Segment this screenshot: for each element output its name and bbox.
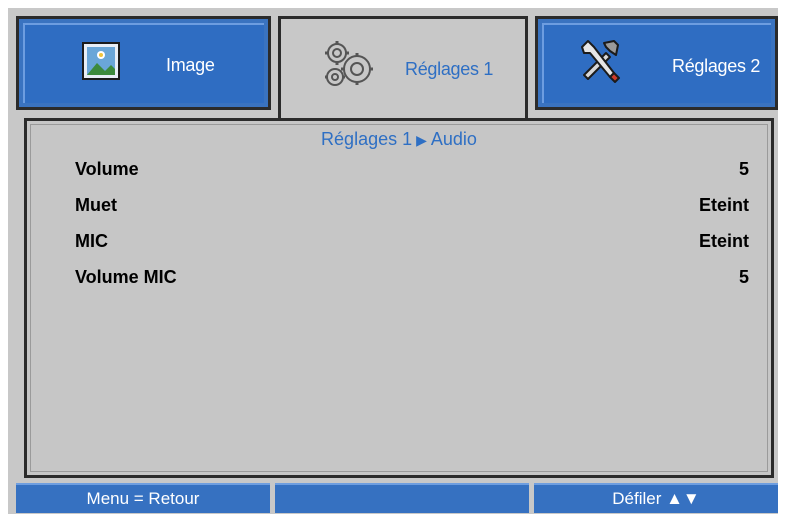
footer-scroll: Défiler ▲▼ bbox=[534, 483, 778, 513]
tab-reglages-2[interactable]: Réglages 2 bbox=[535, 16, 778, 110]
row-label: MIC bbox=[75, 231, 108, 251]
gears-icon bbox=[321, 39, 375, 89]
row-value: Eteint bbox=[698, 231, 749, 251]
tab-image-surface bbox=[23, 23, 264, 103]
footer-menu-return-label: Menu = Retour bbox=[86, 489, 200, 508]
audio-settings-panel: Réglages 1 ▶ Audio Volume 5 Muet Eteint MI… bbox=[24, 118, 774, 478]
breadcrumb: Réglages 1 ▶ Audio bbox=[27, 129, 771, 150]
footer-scroll-label: Défiler ▲▼ bbox=[612, 489, 700, 508]
menu-row-volume-mic[interactable]: Volume MIC 5 bbox=[75, 267, 749, 293]
row-label: Muet bbox=[75, 195, 117, 215]
tab-image[interactable]: Image bbox=[16, 16, 271, 110]
tab-image-label: Image bbox=[166, 55, 215, 75]
breadcrumb-parent: Réglages 1 bbox=[321, 129, 413, 149]
row-value: 5 bbox=[738, 159, 749, 179]
tools-icon bbox=[576, 37, 622, 83]
tab-reglages-2-label: Réglages 2 bbox=[672, 56, 761, 76]
footer-middle bbox=[275, 483, 529, 513]
row-label: Volume MIC bbox=[75, 267, 177, 287]
footer-menu-return: Menu = Retour bbox=[16, 483, 270, 513]
row-value: 5 bbox=[738, 267, 749, 287]
row-label: Volume bbox=[75, 159, 139, 179]
tab-reglages-1-label: Réglages 1 bbox=[405, 59, 494, 79]
breadcrumb-current: Audio bbox=[430, 129, 477, 149]
tab-reglages-1[interactable]: Réglages 1 bbox=[278, 16, 528, 120]
menu-row-mic[interactable]: MIC Eteint bbox=[75, 231, 749, 257]
image-icon bbox=[81, 41, 121, 81]
osd-menu: Image Réglages 1 Réglages 2 Réglages 1 ▶… bbox=[8, 8, 778, 514]
menu-row-muet[interactable]: Muet Eteint bbox=[75, 195, 749, 221]
row-value: Eteint bbox=[698, 195, 749, 215]
menu-row-volume[interactable]: Volume 5 bbox=[75, 159, 749, 185]
breadcrumb-arrow-icon: ▶ bbox=[416, 132, 427, 148]
